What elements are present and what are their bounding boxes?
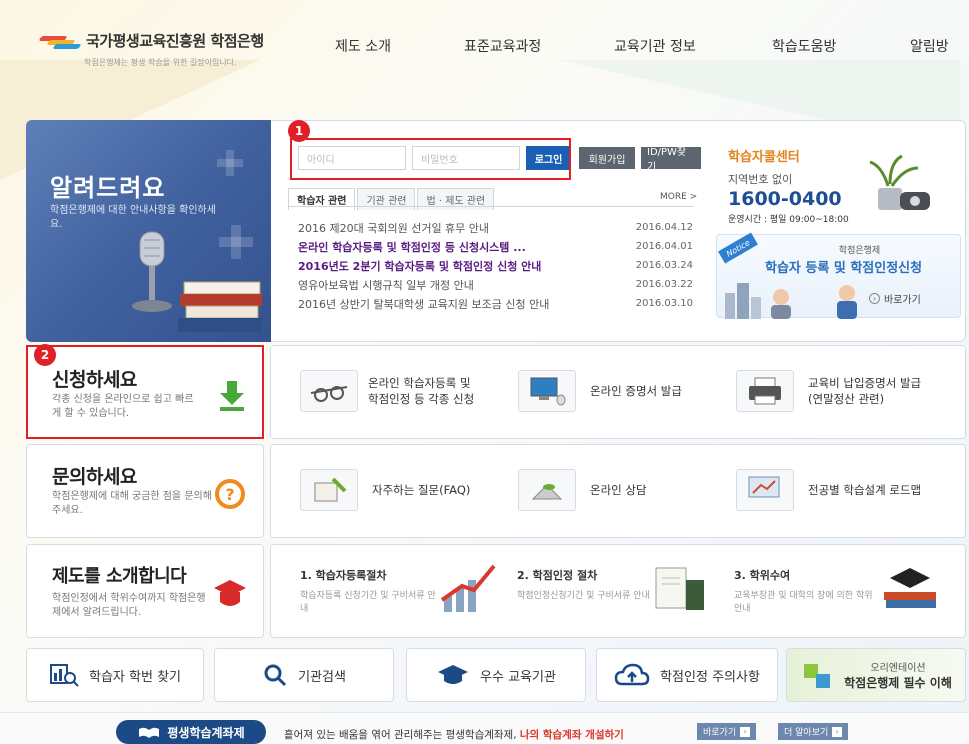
step-badge-1: 1 [288, 120, 310, 142]
call-center-sub: 지역번호 없이 [728, 173, 793, 186]
microphone-books-icon [132, 231, 262, 332]
books-cap-icon [884, 568, 936, 608]
footer-text: 흩어져 있는 배움을 엮어 관리해주는 평생학습계좌제, 나의 학습계좌 개설하… [284, 729, 624, 741]
highlight-box-login [290, 138, 571, 180]
telephone-plant-icon [869, 154, 930, 210]
nav-institution[interactable]: 교육기관 정보 [614, 36, 696, 56]
step-badge-2: 2 [34, 344, 56, 366]
svg-text:?: ? [225, 485, 234, 504]
puzzle-icon [804, 664, 831, 688]
notice-list: 2016 제20대 국회의원 선거일 휴무 안내 2016.04.12 온라인 학… [298, 218, 693, 313]
growth-chart-icon [440, 564, 496, 612]
call-center: 학습자콜센터 지역번호 없이 1600-0400 운영시간 : 평일 09:00… [728, 146, 849, 225]
list-item[interactable]: 2016 제20대 국회의원 선거일 휴무 안내 2016.04.12 [298, 218, 693, 237]
service-online-consult[interactable]: 온라인 상담 [518, 469, 647, 511]
banner-title: 학습자 등록 및 학점인정신청 [765, 261, 923, 276]
faq-icon [300, 469, 358, 511]
find-student-number-button[interactable]: 학습자 학번 찾기 [26, 648, 204, 702]
chart-search-icon [50, 664, 79, 687]
list-item[interactable]: 2016년 상반기 탈북대학생 교육지원 보조금 신청 안내 2016.03.10 [298, 294, 693, 313]
graduation-cap-icon [438, 665, 469, 684]
logo-name: 국가평생교육진흥원 학점은행 [86, 32, 264, 50]
roadmap-icon [736, 469, 794, 511]
graduation-cap-icon [214, 580, 246, 606]
intro-description: 학점인정에서 학위수여까지 학점은행제에서 알려드립니다. [52, 593, 206, 618]
more-link[interactable]: MORE > [660, 192, 697, 202]
service-tuition-receipt[interactable]: 교육비 납입증명서 발급 (연말정산 관련) [736, 370, 921, 412]
lifelong-account-badge[interactable]: 평생학습계좌제 [116, 720, 266, 744]
institution-search-button[interactable]: 기관검색 [214, 648, 394, 702]
call-center-title: 학습자콜센터 [728, 150, 800, 165]
consult-icon [518, 469, 576, 511]
excellent-institution-button[interactable]: 우수 교육기관 [406, 648, 586, 702]
nav-study-help[interactable]: 학습도움방 [772, 36, 836, 56]
orientation-button[interactable]: 오리엔테이션 학점은행제 필수 이해 [786, 648, 966, 702]
step-register[interactable]: 1. 학습자등록절차 학습자등록 신청기간 및 구비서류 안내 [300, 567, 440, 616]
computer-icon [518, 370, 576, 412]
site-logo[interactable]: 국가평생교육진흥원 학점은행 [38, 30, 264, 51]
apply-title: 신청하세요 [52, 369, 137, 391]
footer-more-button[interactable]: 더 알아보기 › [778, 723, 849, 740]
chevron-right-icon: › [869, 293, 880, 304]
arrow-icon: › [740, 726, 751, 737]
nav-curriculum[interactable]: 표준교육과정 [464, 36, 541, 56]
banner-go-link[interactable]: › 바로가기 [869, 291, 921, 306]
join-button[interactable]: 회원가입 [579, 147, 635, 169]
inquiry-description: 학점은행제에 대해 궁금한 점을 문의해주세요. [52, 491, 212, 516]
service-online-register[interactable]: 온라인 학습자등록 및 학점인정 등 각종 신청 [300, 370, 474, 412]
intro-title: 제도를 소개합니다 [52, 566, 187, 587]
find-idpw-button[interactable]: ID/PW찾기 [641, 147, 701, 173]
apply-description: 각종 신청을 온라인으로 쉽고 빠르게 할 수 있습니다. [52, 394, 194, 419]
service-faq[interactable]: 자주하는 질문(FAQ) [300, 469, 470, 511]
call-center-hours: 운영시간 : 평일 09:00~18:00 [728, 215, 849, 225]
footer-go-button[interactable]: 바로가기 › [697, 723, 757, 740]
tab-divider [288, 206, 694, 207]
search-icon [264, 664, 287, 687]
list-item[interactable]: 온라인 학습자등록 및 학점인정 등 신청시스템 ... 2016.04.01 [298, 237, 693, 256]
document-icon [655, 567, 704, 610]
inquiry-title: 문의하세요 [52, 466, 137, 488]
printer-icon [736, 370, 794, 412]
service-roadmap[interactable]: 전공별 학습설계 로드맵 [736, 469, 921, 511]
banner-small: 학점은행제 [838, 246, 881, 256]
step-degree[interactable]: 3. 학위수여 교육부장관 및 대학의 장에 의한 학위 안내 [734, 567, 874, 616]
download-arrow-icon [220, 381, 244, 411]
city-people-icon [725, 283, 857, 319]
glasses-icon [300, 370, 358, 412]
logo-subtitle: 학점은행제는 평생 학습을 위한 길잡이입니다. [84, 58, 237, 67]
service-certificate[interactable]: 온라인 증명서 발급 [518, 370, 682, 412]
list-item[interactable]: 2016년도 2분기 학습자등록 및 학점인정 신청 안내 2016.03.24 [298, 256, 693, 275]
cloud-upload-icon [614, 663, 650, 686]
book-icon [139, 727, 160, 738]
list-item[interactable]: 영유아보육법 시행규칙 일부 개정 안내 2016.03.22 [298, 275, 693, 294]
caution-button[interactable]: 학점인정 주의사항 [596, 648, 778, 702]
arrow-icon: › [832, 726, 843, 737]
nav-intro[interactable]: 제도 소개 [335, 36, 391, 56]
nav-notice[interactable]: 알림방 [910, 36, 949, 56]
notice-title: 알려드려요 [50, 174, 166, 202]
question-icon: ? [215, 479, 245, 509]
registration-banner[interactable]: Notice 학점은행제 학습자 등록 및 학점인정신청 › 바로가기 [716, 232, 961, 319]
logo-mark-icon [38, 32, 82, 50]
call-center-number: 1600-0400 [728, 188, 842, 210]
step-recognition[interactable]: 2. 학점인정 절차 학점인정신청기간 및 구비서류 안내 [517, 567, 657, 603]
